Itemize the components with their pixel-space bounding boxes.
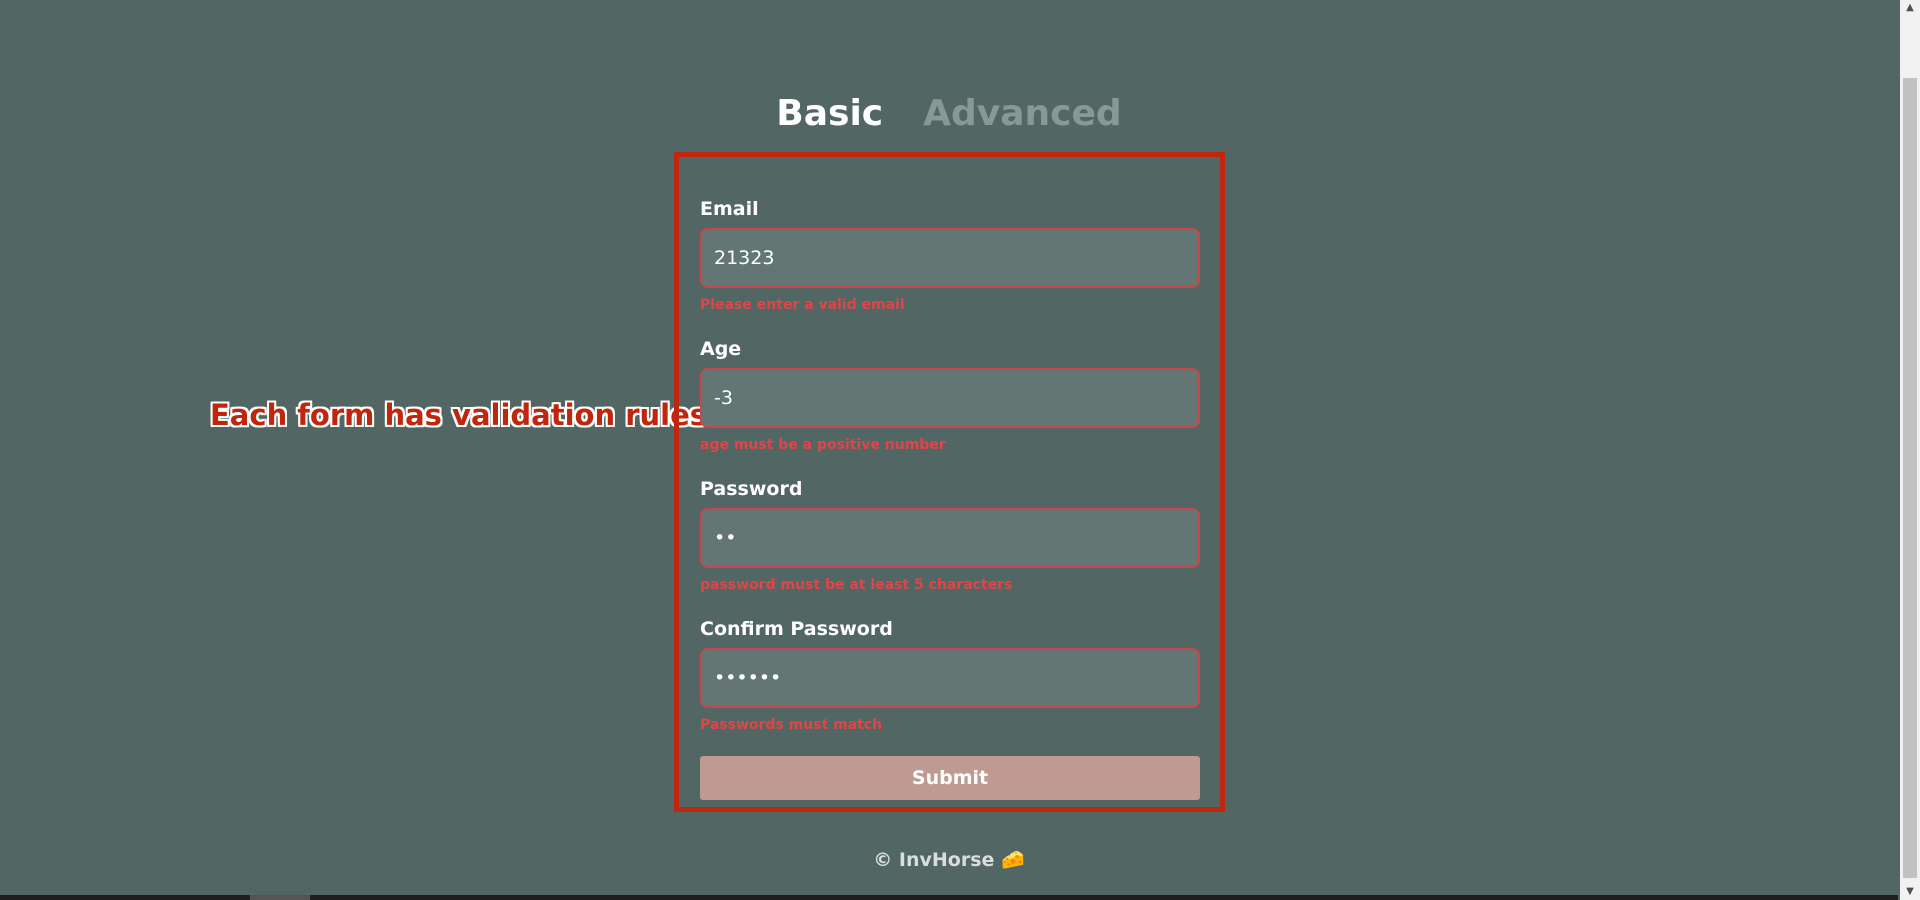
- password-field-group: Password password must be at least 5 cha…: [700, 476, 1200, 594]
- age-error: age must be a positive number: [700, 437, 946, 453]
- password-label: Password: [700, 478, 803, 500]
- age-field[interactable]: [700, 368, 1200, 428]
- submit-button[interactable]: Submit: [700, 756, 1200, 800]
- confirm-password-field-group: Confirm Password Passwords must match: [700, 616, 1200, 734]
- taskbar-item[interactable]: [250, 895, 310, 900]
- email-label: Email: [700, 198, 759, 220]
- tab-advanced[interactable]: Advanced: [923, 92, 1122, 136]
- taskbar-strip: [0, 895, 1898, 900]
- scroll-up-arrow-icon[interactable]: ▲: [1900, 0, 1920, 16]
- form-tabs: Basic Advanced: [0, 92, 1898, 136]
- scroll-down-arrow-icon[interactable]: ▼: [1900, 884, 1920, 900]
- confirm-password-field[interactable]: [700, 648, 1200, 708]
- page: Basic Advanced Each form has validation …: [0, 0, 1920, 900]
- password-error: password must be at least 5 characters: [700, 577, 1013, 593]
- password-field[interactable]: [700, 508, 1200, 568]
- email-error: Please enter a valid email: [700, 297, 905, 313]
- vertical-scrollbar[interactable]: ▲ ▼: [1900, 0, 1920, 900]
- age-label: Age: [700, 338, 742, 360]
- confirm-password-error: Passwords must match: [700, 717, 883, 733]
- email-field-group: Email Please enter a valid email: [700, 196, 1200, 314]
- footer-copyright: © InvHorse 🧀: [873, 849, 1025, 871]
- scrollbar-thumb[interactable]: [1903, 78, 1917, 878]
- annotation-text: Each form has validation rules: [210, 398, 708, 432]
- confirm-password-label: Confirm Password: [700, 618, 893, 640]
- basic-form: Email Please enter a valid email Age age…: [700, 196, 1200, 800]
- email-field[interactable]: [700, 228, 1200, 288]
- age-field-group: Age age must be a positive number: [700, 336, 1200, 454]
- tab-basic[interactable]: Basic: [776, 92, 883, 136]
